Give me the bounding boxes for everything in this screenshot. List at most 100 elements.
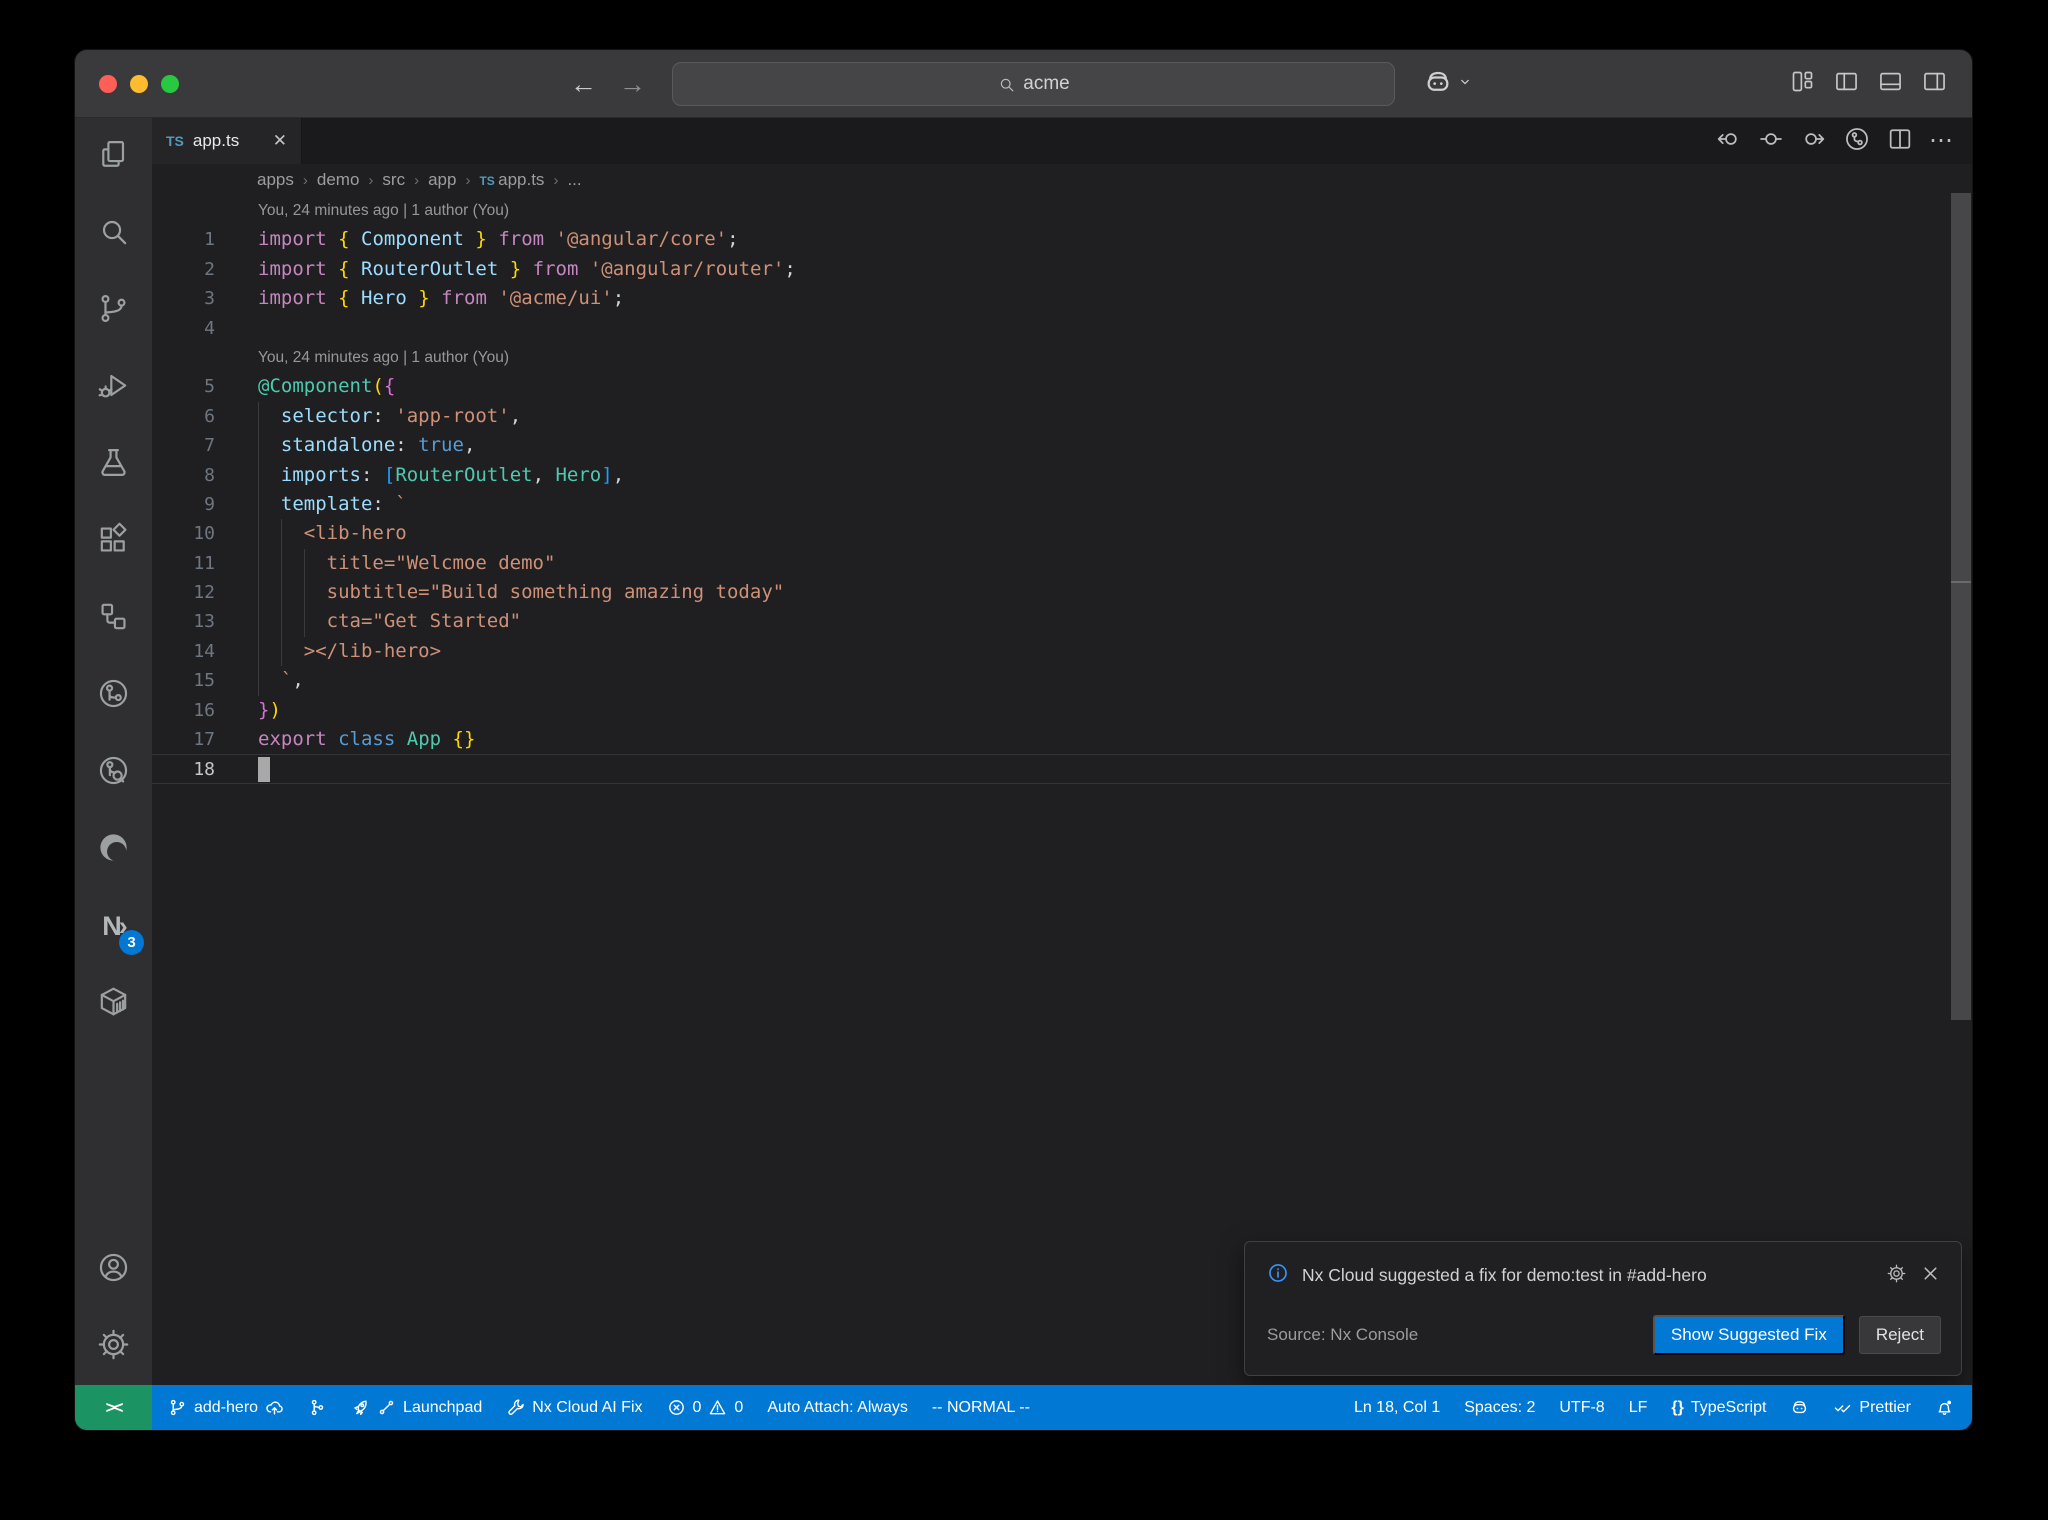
close-window-button[interactable] bbox=[99, 75, 117, 93]
activity-item-run-debug[interactable] bbox=[75, 349, 152, 426]
beaker-icon bbox=[96, 445, 131, 485]
breadcrumb-separator: › bbox=[465, 171, 471, 189]
activity-item-accounts[interactable] bbox=[75, 1231, 152, 1308]
remote-indicator[interactable]: >< bbox=[75, 1385, 152, 1430]
status-encoding[interactable]: UTF-8 bbox=[1559, 1399, 1604, 1417]
split-editor-icon[interactable] bbox=[1886, 125, 1914, 158]
status-copilot[interactable] bbox=[1790, 1398, 1809, 1417]
status-cursor-position[interactable]: Ln 18, Col 1 bbox=[1354, 1399, 1440, 1417]
status-git-branch-status[interactable]: add-hero bbox=[168, 1398, 284, 1417]
nav-forward-icon[interactable] bbox=[1800, 125, 1828, 158]
activity-item-edge-browser[interactable] bbox=[75, 811, 152, 888]
activity-item-settings[interactable] bbox=[75, 1308, 152, 1385]
code-line-3[interactable]: 3 import { Hero } from '@acme/ui'; bbox=[152, 284, 1950, 313]
line-number: 16 bbox=[193, 699, 215, 721]
code-text: imports: [RouterOutlet, Hero], bbox=[258, 460, 624, 490]
code-line-5[interactable]: 5 @Component({ bbox=[152, 372, 1950, 401]
nav-back-icon[interactable] bbox=[1714, 125, 1742, 158]
status-formatter[interactable]: Prettier bbox=[1833, 1398, 1911, 1417]
codelens-text[interactable]: You, 24 minutes ago | 1 author (You) bbox=[258, 196, 509, 225]
activity-item-gitlens[interactable] bbox=[75, 657, 152, 734]
code-line-9[interactable]: 9 template: ` bbox=[152, 489, 1950, 520]
minimize-window-button[interactable] bbox=[130, 75, 148, 93]
status-indentation[interactable]: Spaces: 2 bbox=[1464, 1399, 1535, 1417]
code-line-18[interactable]: 18 bbox=[152, 754, 1950, 784]
activity-item-package-explorer[interactable] bbox=[75, 965, 152, 1042]
codelens-annotation[interactable]: You, 24 minutes ago | 1 author (You) bbox=[152, 196, 1950, 225]
breadcrumb-item-app-ts[interactable]: TS app.ts bbox=[479, 170, 544, 190]
status-problems[interactable]: 00 bbox=[667, 1398, 743, 1417]
show-suggested-fix-button[interactable]: Show Suggested Fix bbox=[1652, 1315, 1845, 1355]
zoom-window-button[interactable] bbox=[161, 75, 179, 93]
line-number: 12 bbox=[193, 582, 215, 604]
navigate-back-icon[interactable]: ← bbox=[570, 69, 597, 100]
line-number: 3 bbox=[204, 288, 215, 310]
activity-item-search[interactable] bbox=[75, 195, 152, 272]
codelens-annotation[interactable]: You, 24 minutes ago | 1 author (You) bbox=[152, 343, 1950, 372]
status-label: UTF-8 bbox=[1559, 1398, 1605, 1416]
commit-graph-icon[interactable] bbox=[1843, 125, 1871, 158]
code-line-12[interactable]: 12 subtitle="Build something amazing tod… bbox=[152, 578, 1950, 608]
status-eol[interactable]: LF bbox=[1629, 1399, 1648, 1417]
code-text: standalone: true, bbox=[258, 431, 475, 461]
activity-item-nx-console[interactable]: N› 3 bbox=[75, 888, 152, 965]
status-launchpad[interactable]: Launchpad bbox=[351, 1398, 482, 1417]
code-line-4[interactable]: 4 bbox=[152, 314, 1950, 343]
status-commit-graph[interactable] bbox=[308, 1398, 327, 1417]
breadcrumb-item--[interactable]: ... bbox=[567, 170, 581, 190]
status-notifications[interactable] bbox=[1935, 1398, 1954, 1417]
code-editor[interactable]: You, 24 minutes ago | 1 author (You) 1 imp… bbox=[152, 196, 1950, 784]
code-line-10[interactable]: 10 <lib-hero bbox=[152, 519, 1950, 549]
close-tab-icon[interactable]: ✕ bbox=[273, 131, 287, 151]
status-vim-mode[interactable]: -- NORMAL -- bbox=[932, 1399, 1030, 1417]
breadcrumb-item-app[interactable]: app bbox=[428, 170, 456, 190]
editor-scrollbar[interactable] bbox=[1951, 193, 1971, 1020]
code-line-2[interactable]: 2 import { RouterOutlet } from '@angular/… bbox=[152, 255, 1950, 284]
code-line-7[interactable]: 7 standalone: true, bbox=[152, 431, 1950, 461]
code-line-11[interactable]: 11 title="Welcmoe demo" bbox=[152, 548, 1950, 579]
code-line-15[interactable]: 15 `, bbox=[152, 666, 1950, 696]
tab-app-ts[interactable]: TS app.ts ✕ bbox=[152, 118, 302, 164]
codelens-text[interactable]: You, 24 minutes ago | 1 author (You) bbox=[258, 343, 509, 372]
line-number: 9 bbox=[204, 493, 215, 515]
notification-settings-gear-icon[interactable] bbox=[1886, 1263, 1907, 1289]
code-line-8[interactable]: 8 imports: [RouterOutlet, Hero], bbox=[152, 460, 1950, 490]
navigate-forward-icon[interactable]: → bbox=[619, 69, 646, 100]
notification-close-icon[interactable] bbox=[1920, 1263, 1941, 1289]
code-line-6[interactable]: 6 selector: 'app-root', bbox=[152, 401, 1950, 432]
code-line-13[interactable]: 13 cta="Get Started" bbox=[152, 607, 1950, 637]
activity-item-related-views[interactable] bbox=[75, 580, 152, 657]
command-center-search[interactable]: acme bbox=[672, 62, 1395, 106]
activity-item-explorer[interactable] bbox=[75, 118, 152, 195]
breadcrumb-item-apps[interactable]: apps bbox=[257, 170, 294, 190]
code-line-1[interactable]: 1 import { Component } from '@angular/cor… bbox=[152, 225, 1950, 254]
activity-item-source-control[interactable] bbox=[75, 272, 152, 349]
nav-location-icon[interactable] bbox=[1757, 125, 1785, 158]
activity-item-testing[interactable] bbox=[75, 426, 152, 503]
code-line-14[interactable]: 14 ></lib-hero> bbox=[152, 636, 1950, 667]
code-line-17[interactable]: 17 export class App {} bbox=[152, 725, 1950, 754]
gutter bbox=[152, 196, 215, 225]
toggle-primary-sidebar-icon[interactable] bbox=[1833, 68, 1860, 100]
code-line-16[interactable]: 16}) bbox=[152, 696, 1950, 725]
line-number: 8 bbox=[204, 464, 215, 486]
activity-item-gitlens-inspect[interactable] bbox=[75, 734, 152, 811]
code-text: }) bbox=[258, 698, 281, 721]
reject-button[interactable]: Reject bbox=[1858, 1316, 1941, 1354]
breadcrumb-item-demo[interactable]: demo bbox=[317, 170, 360, 190]
indent-guide bbox=[258, 636, 259, 667]
customize-layout-icon[interactable] bbox=[1789, 68, 1816, 100]
toggle-secondary-sidebar-icon[interactable] bbox=[1921, 68, 1948, 100]
status-label: Launchpad bbox=[403, 1398, 483, 1416]
status-language-mode[interactable]: {} TypeScript bbox=[1671, 1399, 1766, 1417]
more-actions-icon[interactable]: ⋯ bbox=[1929, 129, 1954, 153]
toggle-panel-icon[interactable] bbox=[1877, 68, 1904, 100]
breadcrumb-item-src[interactable]: src bbox=[382, 170, 405, 190]
files-icon bbox=[96, 137, 131, 177]
git-branch-icon bbox=[96, 291, 131, 331]
status-auto-attach[interactable]: Auto Attach: Always bbox=[767, 1399, 908, 1417]
activity-item-extensions[interactable] bbox=[75, 503, 152, 580]
status-label: Prettier bbox=[1859, 1398, 1911, 1416]
status-nx-cloud-ai-fix[interactable]: Nx Cloud AI Fix bbox=[506, 1398, 643, 1417]
copilot-menu[interactable] bbox=[1423, 67, 1473, 102]
